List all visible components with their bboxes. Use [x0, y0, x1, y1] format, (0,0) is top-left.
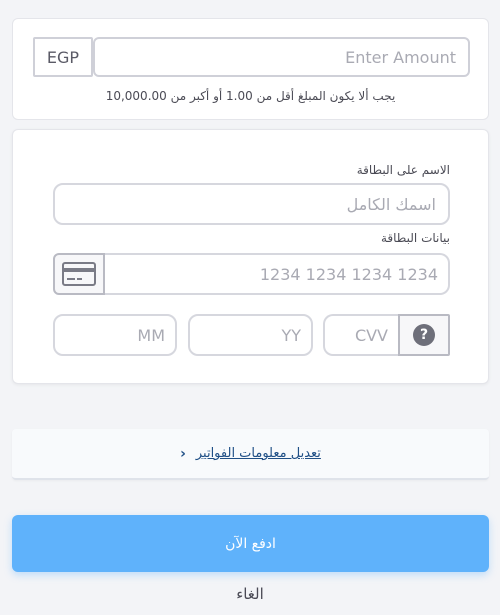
cvv-input[interactable]: [323, 314, 398, 356]
card-type-box: [53, 253, 105, 295]
credit-card-icon: [62, 262, 96, 286]
card-details-card: الاسم على البطاقة بيانات البطاقة ?: [12, 129, 489, 384]
card-number-input[interactable]: [105, 253, 450, 295]
card-data-label: بيانات البطاقة: [380, 231, 450, 245]
pay-now-button[interactable]: ادفع الآن: [12, 515, 489, 572]
billing-info-bar[interactable]: تعديل معلومات الفواتير ‹: [12, 429, 489, 480]
expiry-year-input[interactable]: [188, 314, 313, 356]
cvv-help-button[interactable]: ?: [398, 314, 450, 356]
cardholder-name-label: الاسم على البطاقة: [356, 163, 450, 177]
cardholder-name-input[interactable]: [53, 183, 450, 225]
amount-card: EGP يجب ألا يكون المبلغ أقل من 1.00 أو أ…: [12, 18, 489, 120]
expiry-month-input[interactable]: [53, 314, 177, 356]
cancel-link[interactable]: الغاء: [0, 585, 500, 603]
chevron-left-icon[interactable]: ‹: [180, 446, 186, 462]
amount-limit-hint: يجب ألا يكون المبلغ أقل من 1.00 أو أكبر …: [105, 89, 396, 103]
amount-input[interactable]: [93, 37, 470, 77]
question-icon: ?: [413, 324, 435, 346]
currency-label: EGP: [33, 37, 93, 77]
edit-billing-link[interactable]: تعديل معلومات الفواتير: [196, 446, 321, 461]
